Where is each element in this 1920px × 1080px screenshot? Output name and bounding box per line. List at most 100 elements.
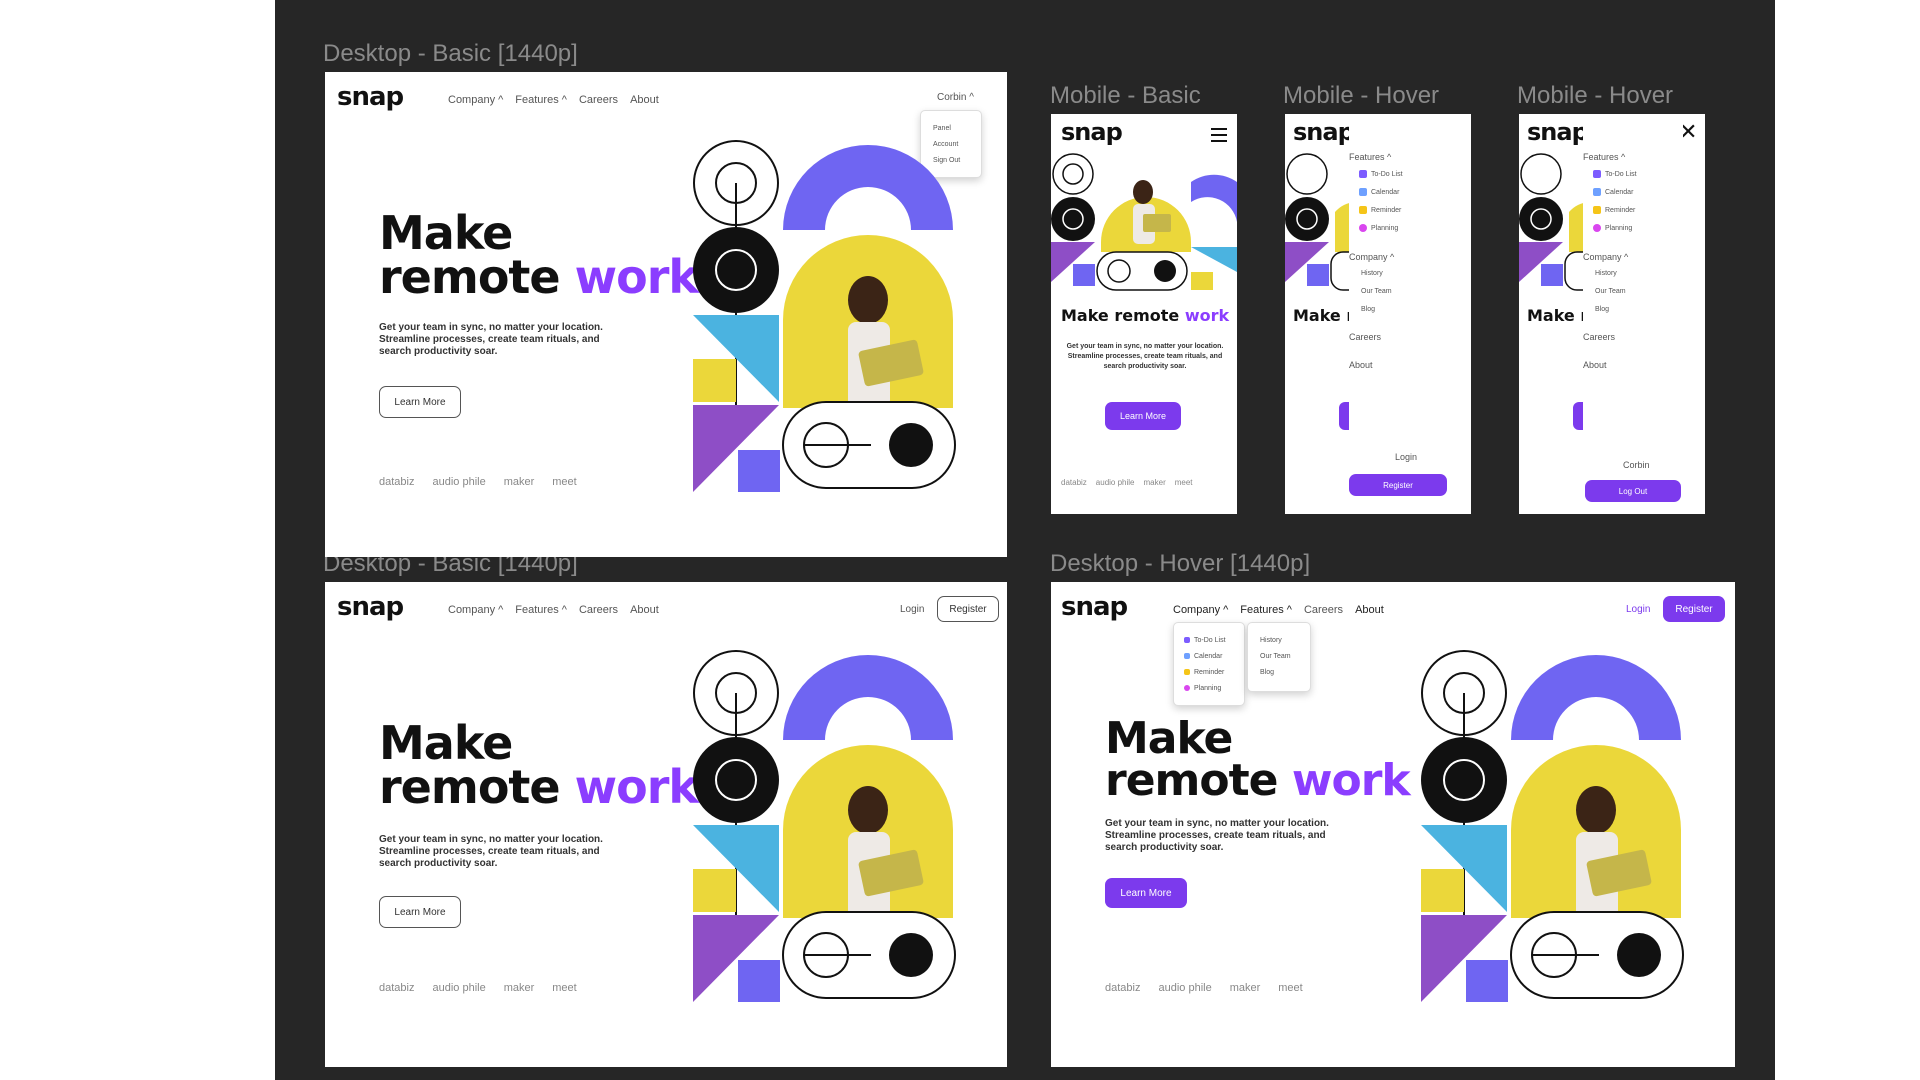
mobile-hover1-logo[interactable]: snap — [1293, 118, 1349, 146]
login-link[interactable]: Login — [900, 604, 924, 615]
mobile2-menu-todo[interactable]: To-Do List — [1593, 170, 1637, 178]
mobile-menu-history[interactable]: History — [1361, 270, 1383, 277]
nav-features[interactable]: Features ^ — [1240, 604, 1292, 616]
nav-about[interactable]: About — [630, 604, 659, 616]
menu-calendar[interactable]: Calendar — [1184, 649, 1244, 665]
calendar-icon — [1184, 653, 1190, 660]
frame-label-mobile-hover-1[interactable]: Mobile - Hover — [1283, 82, 1439, 110]
mobile-menu-register-button[interactable]: Register — [1349, 474, 1447, 496]
mobile-hover1-illustration — [1285, 153, 1355, 291]
company-dropdown: History Our Team Blog — [1247, 622, 1311, 692]
frame-desktop-hover[interactable]: snap Company ^ Features ^ Careers About … — [1051, 582, 1735, 1067]
register-button[interactable]: Register — [937, 596, 999, 622]
mobile-menu-features[interactable]: Features ^ — [1349, 152, 1391, 162]
nav-company[interactable]: Company ^ — [448, 94, 503, 106]
menu-blog[interactable]: Blog — [1260, 665, 1310, 681]
hero-accent-work: work — [1291, 754, 1411, 806]
learn-more-button[interactable]: Learn More — [379, 386, 461, 418]
user-menu-toggle[interactable]: Corbin ^ — [937, 92, 974, 103]
mobile-hover1-hero: Make r — [1293, 306, 1355, 325]
menu-our-team[interactable]: Our Team — [1260, 649, 1310, 665]
mobile2-menu-our-team[interactable]: Our Team — [1595, 288, 1626, 295]
mobile2-menu-user[interactable]: Corbin — [1623, 460, 1650, 470]
mobile-menu-blog[interactable]: Blog — [1361, 306, 1375, 313]
mobile-menu-about[interactable]: About — [1349, 360, 1373, 370]
nav-about[interactable]: About — [1355, 604, 1384, 616]
frame-label-mobile-hover-2[interactable]: Mobile - Hover — [1517, 82, 1673, 110]
logo[interactable]: snap — [337, 592, 404, 622]
mobile-logo[interactable]: snap — [1061, 118, 1123, 146]
mobile2-menu-about[interactable]: About — [1583, 360, 1607, 370]
mobile-hover2-logo[interactable]: snap — [1527, 118, 1583, 146]
planning-icon — [1184, 685, 1190, 692]
mobile-menu-company[interactable]: Company ^ — [1349, 252, 1394, 262]
frame-label-mobile-basic[interactable]: Mobile - Basic — [1050, 82, 1201, 110]
mobile-menu-calendar[interactable]: Calendar — [1359, 188, 1399, 196]
login-link[interactable]: Login — [1626, 604, 1650, 615]
todo-icon — [1359, 170, 1367, 178]
features-dropdown: To-Do List Calendar Reminder Planning — [1173, 622, 1245, 706]
frame-mobile-basic[interactable]: snap Make remote work Get your team in s… — [1051, 114, 1237, 514]
mobile-learn-more-button[interactable]: Learn More — [1105, 402, 1181, 430]
menu-history[interactable]: History — [1260, 633, 1310, 649]
nav-company[interactable]: Company ^ — [1173, 604, 1228, 616]
brand-meet: meet — [552, 476, 577, 488]
nav-careers[interactable]: Careers — [579, 94, 618, 106]
mobile2-menu-reminder[interactable]: Reminder — [1593, 206, 1635, 214]
nav-features[interactable]: Features ^ — [515, 604, 567, 616]
mobile-menu-careers[interactable]: Careers — [1349, 332, 1381, 342]
hero-illustration — [693, 650, 956, 1002]
hero-description: Get your team in sync, no matter your lo… — [1105, 818, 1365, 854]
desc-line-2: Streamline processes, create team ritual… — [1105, 830, 1326, 841]
mobile2-menu-blog[interactable]: Blog — [1595, 306, 1609, 313]
mobile2-menu-calendar[interactable]: Calendar — [1593, 188, 1633, 196]
mobile2-menu-company[interactable]: Company ^ — [1583, 252, 1628, 262]
nav-about[interactable]: About — [630, 94, 659, 106]
main-nav: Company ^ Features ^ Careers About — [448, 604, 659, 616]
menu-reminder[interactable]: Reminder — [1184, 665, 1244, 681]
nav-careers[interactable]: Careers — [579, 604, 618, 616]
frame-desktop-basic-top[interactable]: snap Company ^ Features ^ Careers About … — [325, 72, 1007, 557]
mobile-hero-accent: work — [1184, 306, 1230, 325]
logo[interactable]: snap — [1061, 592, 1128, 622]
frame-mobile-hover-1[interactable]: snap Make r Features ^ To-Do List Calend… — [1285, 114, 1471, 514]
mobile-menu-todo[interactable]: To-Do List — [1359, 170, 1403, 178]
nav-features[interactable]: Features ^ — [515, 94, 567, 106]
mobile-brand-meet: meet — [1174, 478, 1193, 487]
mobile-menu-reminder[interactable]: Reminder — [1359, 206, 1401, 214]
mobile-hero-description: Get your team in sync, no matter your lo… — [1061, 342, 1229, 372]
brand-meet: meet — [1278, 982, 1303, 994]
brand-maker: maker — [503, 982, 535, 994]
frame-label-desktop-hover[interactable]: Desktop - Hover [1440p] — [1050, 550, 1310, 578]
learn-more-button[interactable]: Learn More — [1105, 878, 1187, 908]
hero-description: Get your team in sync, no matter your lo… — [379, 322, 639, 358]
hero-line-2: remote work — [379, 764, 699, 810]
mobile-hero-text: Make remote — [1061, 306, 1185, 325]
hero-heading: Make remote work — [379, 210, 699, 300]
mobile-menu-our-team[interactable]: Our Team — [1361, 288, 1392, 295]
reminder-label: Reminder — [1605, 206, 1636, 214]
frame-label-desktop-basic-top[interactable]: Desktop - Basic [1440p] — [323, 40, 578, 68]
menu-planning[interactable]: Planning — [1184, 681, 1244, 697]
desc-line-3: search productivity soar. — [1105, 842, 1224, 853]
mobile2-menu-careers[interactable]: Careers — [1583, 332, 1615, 342]
desc-line-3: search productivity soar. — [379, 858, 498, 869]
user-menu-panel[interactable]: Panel — [933, 121, 981, 137]
nav-company[interactable]: Company ^ — [448, 604, 503, 616]
register-button[interactable]: Register — [1663, 596, 1725, 622]
mobile2-menu-planning[interactable]: Planning — [1593, 224, 1632, 232]
nav-careers[interactable]: Careers — [1304, 604, 1343, 616]
frame-mobile-hover-2[interactable]: snap ✕ Make r Features ^ To-Do List Cale… — [1519, 114, 1705, 514]
menu-todo[interactable]: To-Do List — [1184, 633, 1244, 649]
mobile2-menu-history[interactable]: History — [1595, 270, 1617, 277]
mobile-brand-logos: databiz audio phile maker meet — [1061, 478, 1193, 487]
hamburger-icon[interactable] — [1211, 128, 1227, 142]
mobile-menu-login[interactable]: Login — [1395, 452, 1417, 462]
mobile-menu-planning[interactable]: Planning — [1359, 224, 1398, 232]
mobile-menu-logout-button[interactable]: Log Out — [1585, 480, 1681, 502]
brand-meet: meet — [552, 982, 577, 994]
mobile2-menu-features[interactable]: Features ^ — [1583, 152, 1625, 162]
frame-desktop-basic-bottom[interactable]: snap Company ^ Features ^ Careers About … — [325, 582, 1007, 1067]
learn-more-button[interactable]: Learn More — [379, 896, 461, 928]
logo[interactable]: snap — [337, 82, 404, 112]
